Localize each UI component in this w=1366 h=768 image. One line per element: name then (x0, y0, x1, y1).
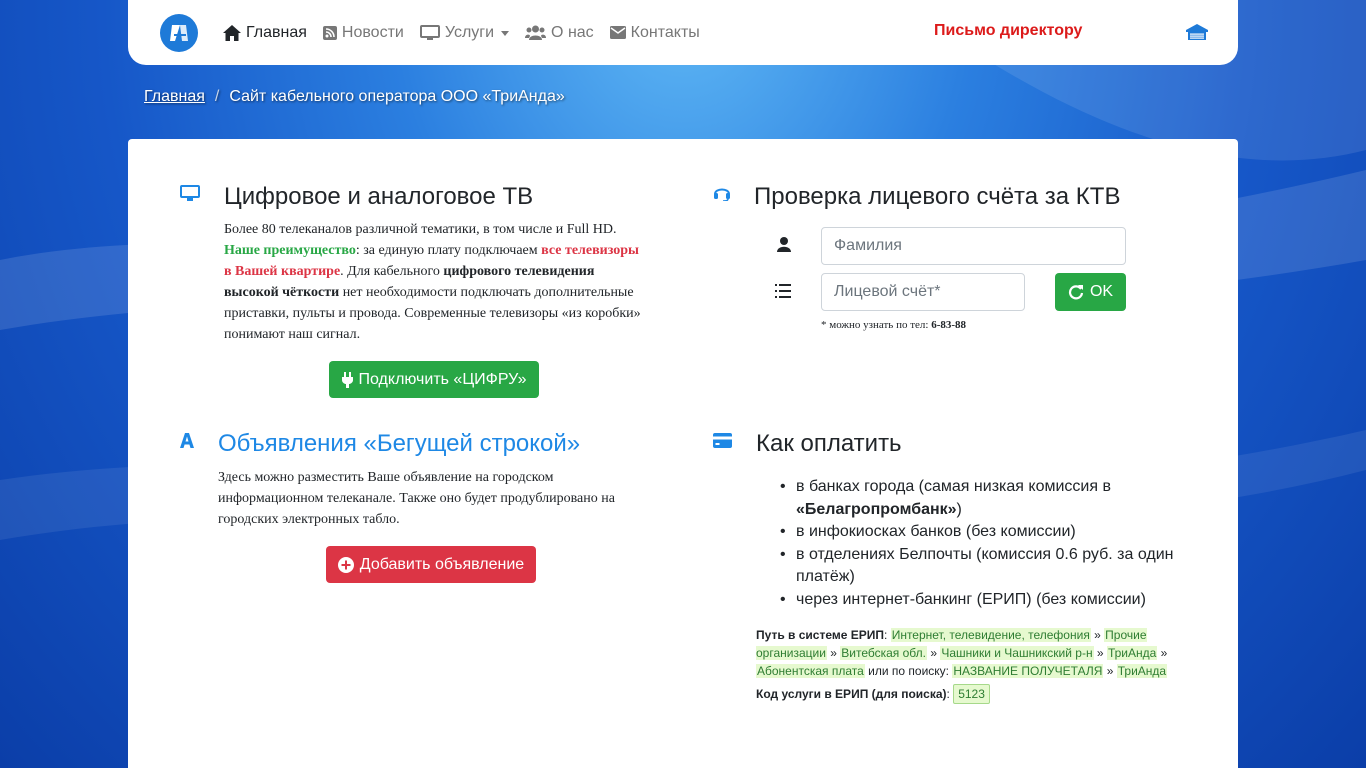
breadcrumb: Главная / Сайт кабельного оператора ООО … (144, 88, 565, 106)
account-check-title: Проверка лицевого счёта за КТВ (754, 183, 1121, 210)
letter-to-director-link[interactable]: Письмо директору (934, 22, 1082, 40)
ads-section-title: Объявления «Бегущей строкой» (218, 430, 581, 457)
font-letter-icon (180, 433, 194, 448)
add-announcement-button[interactable]: Добавить объявление (326, 546, 536, 583)
advantage-text-2: . Для кабельного (340, 264, 444, 279)
ads-description: Здесь можно разместить Ваше объявление н… (218, 470, 615, 527)
main-nav: Главная Новости Услуги О нас Контакты (223, 0, 716, 65)
account-hint-phone: 6-83-88 (931, 319, 967, 331)
payment-section-title: Как оплатить (756, 430, 902, 457)
payment-item-bank: «Белагропромбанк» (796, 500, 957, 518)
user-icon (777, 237, 791, 252)
headset-icon (714, 188, 730, 201)
add-announcement-label: Добавить объявление (359, 555, 525, 573)
list-item: в банках города (самая низкая комиссия в… (780, 476, 1196, 521)
users-icon (525, 25, 547, 40)
list-icon (775, 284, 791, 298)
tv-section-title: Цифровое и аналоговое ТВ (224, 183, 534, 210)
nav-item-home[interactable]: Главная (223, 24, 307, 42)
nav-item-about[interactable]: О нас (525, 24, 594, 42)
advantage-text: : за единую плату подключаем (355, 243, 542, 258)
erip-search-term: ТриАнда (1116, 664, 1168, 678)
account-hint-prefix: * можно узнать по тел: (821, 319, 932, 331)
payment-item-tail: ) (956, 500, 962, 518)
list-item: через интернет-банкинг (ЕРИП) (без комис… (780, 589, 1196, 612)
advantage-label: Наше преимущество (224, 243, 356, 258)
ok-button[interactable]: OK (1055, 273, 1126, 311)
erip-or-text: или по поиску: (864, 664, 953, 678)
surname-input[interactable] (821, 227, 1126, 265)
plus-circle-icon (337, 556, 354, 573)
plug-icon (341, 371, 353, 388)
breadcrumb-home[interactable]: Главная (144, 88, 205, 106)
nav-item-label: Контакты (630, 23, 700, 41)
top-navbar: Главная Новости Услуги О нас Контакты Пи… (128, 0, 1238, 65)
tv-description: Более 80 телеканалов различной тематики,… (224, 219, 644, 345)
envelope-icon (609, 26, 626, 39)
ok-button-label: OK (1089, 283, 1114, 300)
tv-paragraph-2: Наше преимущество: за единую плату подкл… (224, 240, 644, 345)
erip-path-step: ТриАнда (1106, 646, 1158, 660)
tv-paragraph-1: Более 80 телеканалов различной тематики,… (224, 222, 617, 237)
home-icon (223, 24, 241, 41)
nav-item-label: Главная (246, 23, 307, 41)
credit-card-icon (713, 433, 732, 448)
connect-digital-label: Подключить «ЦИФРУ» (358, 370, 527, 388)
house-icon[interactable] (1186, 24, 1208, 45)
erip-code-row: Код услуги в ЕРИП (для поиска): 5123 (756, 684, 1176, 704)
erip-code-label: Код услуги в ЕРИП (для поиска) (756, 687, 947, 701)
nav-item-news[interactable]: Новости (322, 23, 404, 42)
refresh-icon (1068, 285, 1084, 300)
chevron-down-icon (501, 31, 510, 36)
rss-icon (322, 25, 337, 40)
breadcrumb-current: Сайт кабельного оператора ООО «ТриАнда» (229, 88, 565, 105)
list-item: в инфокиосках банков (без комиссии) (780, 521, 1196, 544)
payment-methods-list: в банках города (самая низкая комиссия в… (780, 476, 1196, 612)
erip-path-step: Абонентская плата (756, 664, 865, 678)
erip-path: Путь в системе ЕРИП: Интернет, телевиден… (756, 628, 1168, 678)
connect-digital-button[interactable]: Подключить «ЦИФРУ» (329, 361, 539, 398)
nav-item-label: Новости (341, 23, 404, 41)
site-logo[interactable] (160, 14, 198, 52)
erip-search-term: НАЗВАНИЕ ПОЛУЧЕТАЛЯ (952, 664, 1104, 678)
nav-item-contacts[interactable]: Контакты (609, 23, 700, 42)
nav-item-label: Услуги (444, 23, 495, 41)
nav-item-label: О нас (551, 23, 594, 41)
breadcrumb-separator: / (214, 88, 220, 105)
logo-mark-icon (170, 25, 188, 41)
main-content-card: Цифровое и аналоговое ТВ Более 80 телека… (128, 139, 1238, 768)
nav-item-services[interactable]: Услуги (419, 23, 510, 42)
list-item: в отделениях Белпочты (комиссия 0.6 руб.… (780, 544, 1196, 589)
erip-path-label: Путь в системе ЕРИП (756, 628, 885, 642)
account-hint: * можно узнать по тел: 6-83-88 (821, 319, 966, 331)
erip-code-badge: 5123 (953, 684, 990, 704)
erip-path-step: Витебская обл. (840, 646, 927, 660)
erip-path-step: Интернет, телевидение, телефония (890, 628, 1091, 642)
account-number-input[interactable] (821, 273, 1025, 311)
tv-monitor-icon (180, 185, 200, 201)
payment-item-text: в банках города (самая низкая комиссия в (796, 478, 1111, 495)
erip-path-step: Чашники и Чашникский р-н (940, 646, 1094, 660)
desktop-icon (419, 24, 440, 40)
erip-info: Путь в системе ЕРИП: Интернет, телевиден… (756, 626, 1176, 704)
